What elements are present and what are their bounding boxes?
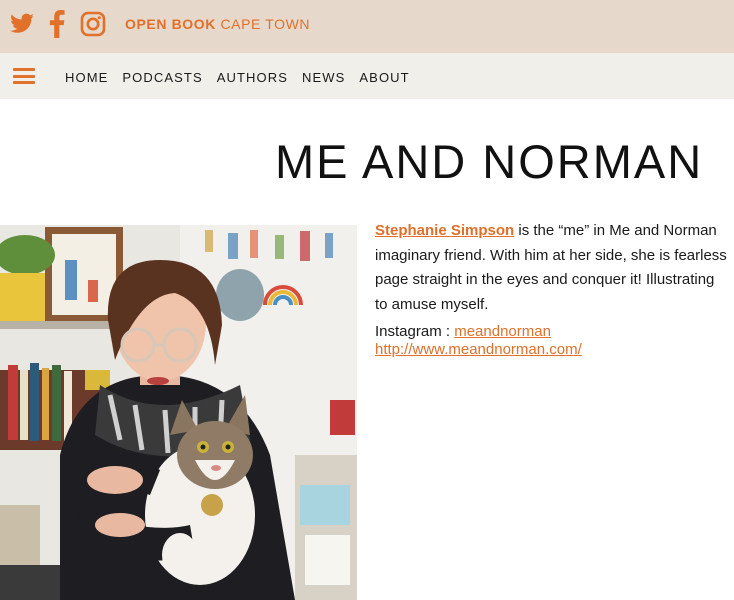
- website-link[interactable]: http://www.meandnorman.com/: [375, 341, 582, 358]
- nav-podcasts[interactable]: PODCASTS: [122, 70, 202, 85]
- bio-line-1-text: is the “me” in Me and Norman: [514, 222, 717, 239]
- author-name-link[interactable]: Stephanie Simpson: [375, 222, 514, 239]
- instagram-label: Instagram :: [375, 323, 455, 340]
- twitter-icon[interactable]: [9, 10, 35, 38]
- bio-line-2: imaginary friend. With him at her side, …: [375, 246, 727, 264]
- social-links: Instagram : meandnorman http://www.meand…: [375, 323, 734, 359]
- top-bar: [0, 0, 734, 53]
- main-nav: HOME PODCASTS AUTHORS NEWS ABOUT: [65, 70, 424, 85]
- page-title: ME AND NORMAN: [275, 135, 704, 188]
- brand-light: CAPE TOWN: [215, 16, 311, 32]
- nav-home[interactable]: HOME: [65, 70, 108, 85]
- author-photo: [0, 225, 357, 600]
- bio-line-3: page straight in the eyes and conquer it…: [375, 271, 715, 288]
- instagram-link[interactable]: meandnorman: [454, 323, 551, 340]
- instagram-icon[interactable]: [80, 10, 106, 38]
- nav-authors[interactable]: AUTHORS: [217, 70, 288, 85]
- brand-bold: OPEN BOOK: [125, 16, 216, 32]
- nav-news[interactable]: NEWS: [302, 70, 345, 85]
- hamburger-menu-icon[interactable]: [13, 68, 35, 84]
- nav-about[interactable]: ABOUT: [359, 70, 409, 85]
- author-bio: Stephanie Simpson is the “me” in Me and …: [375, 219, 734, 317]
- bio-line-4: to amuse myself.: [375, 295, 489, 313]
- facebook-icon[interactable]: [48, 10, 66, 38]
- bio-line-1: Stephanie Simpson is the “me” in Me and …: [375, 219, 734, 244]
- site-logo[interactable]: OPEN BOOK CAPE TOWN: [125, 16, 310, 32]
